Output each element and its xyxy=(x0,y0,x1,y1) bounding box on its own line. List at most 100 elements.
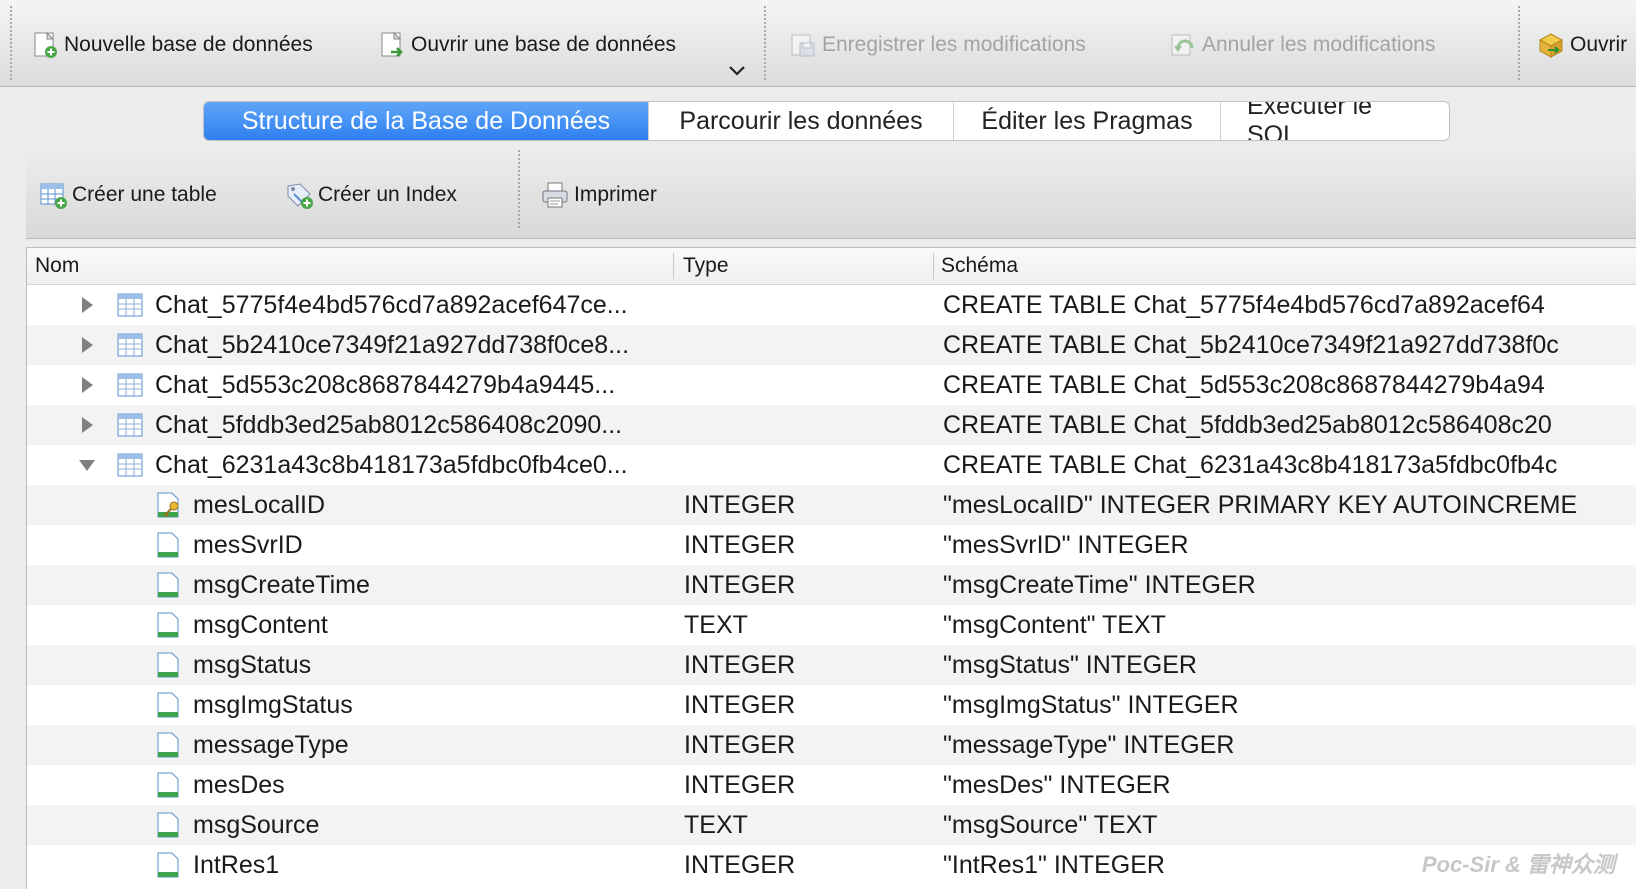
disclosure-collapsed-icon[interactable] xyxy=(75,365,99,405)
row-type: INTEGER xyxy=(684,531,796,559)
create-index-label: Créer un Index xyxy=(318,183,457,206)
row-schema: "msgImgStatus" INTEGER xyxy=(943,691,1239,719)
row-type: INTEGER xyxy=(684,691,796,719)
print-label: Imprimer xyxy=(574,183,657,206)
table-icon xyxy=(115,370,145,400)
create-table-label: Créer une table xyxy=(72,183,217,206)
column-divider[interactable] xyxy=(673,253,674,279)
table-icon xyxy=(115,330,145,360)
field-row[interactable]: mesLocalID INTEGER "mesLocalID" INTEGER PR… xyxy=(27,485,1636,525)
table-row[interactable]: Chat_5b2410ce7349f21a927dd738f0ce8... CRE… xyxy=(27,325,1636,365)
primary-key-field-icon xyxy=(153,490,183,520)
row-name: Chat_5fddb3ed25ab8012c586408c2090... xyxy=(155,411,623,439)
column-header-name[interactable]: Nom xyxy=(35,248,79,284)
row-schema: "messageType" INTEGER xyxy=(943,731,1235,759)
disclosure-expanded-icon[interactable] xyxy=(75,445,99,485)
row-type: INTEGER xyxy=(684,491,796,519)
create-table-button[interactable]: Créer une table xyxy=(38,176,217,214)
tree-header: Nom Type Schéma xyxy=(27,248,1636,285)
row-schema: CREATE TABLE Chat_5d553c208c8687844279b4… xyxy=(943,371,1545,399)
open-database-label: Ouvrir une base de données xyxy=(411,33,677,56)
open-project-icon xyxy=(1536,30,1566,60)
toolbar-separator xyxy=(764,6,766,80)
row-type xyxy=(684,365,924,405)
row-name: msgImgStatus xyxy=(193,691,353,719)
printer-icon xyxy=(540,180,570,210)
row-schema: "msgStatus" INTEGER xyxy=(943,651,1197,679)
table-row[interactable]: Chat_5d553c208c8687844279b4a9445... CREAT… xyxy=(27,365,1636,405)
field-row[interactable]: msgImgStatus INTEGER "msgImgStatus" INTEGE… xyxy=(27,685,1636,725)
row-type: INTEGER xyxy=(684,731,796,759)
print-button[interactable]: Imprimer xyxy=(540,176,657,214)
row-name: Chat_6231a43c8b418173a5fdbc0fb4ce0... xyxy=(155,451,628,479)
create-index-icon xyxy=(284,180,314,210)
open-project-label: Ouvrir xyxy=(1570,33,1628,56)
row-name: IntRes1 xyxy=(193,851,280,879)
revert-changes-button[interactable]: Annuler les modifications xyxy=(1168,26,1435,64)
column-header-type[interactable]: Type xyxy=(683,248,729,284)
create-table-icon xyxy=(38,180,68,210)
table-icon xyxy=(115,290,145,320)
row-schema: "mesDes" INTEGER xyxy=(943,771,1171,799)
row-name: mesSvrID xyxy=(193,531,303,559)
save-changes-label: Enregistrer les modifications xyxy=(822,33,1086,56)
row-type xyxy=(684,445,924,485)
field-row[interactable]: IntRes1 INTEGER "IntRes1" INTEGER xyxy=(27,845,1636,885)
field-row[interactable]: msgCreateTime INTEGER "msgCreateTime" INTE… xyxy=(27,565,1636,605)
field-icon xyxy=(153,570,183,600)
toolbar-grip xyxy=(10,6,12,80)
row-type: TEXT xyxy=(684,611,748,639)
row-name: Chat_5d553c208c8687844279b4a9445... xyxy=(155,371,616,399)
field-icon xyxy=(153,730,183,760)
field-icon xyxy=(153,850,183,880)
field-row[interactable]: messageType INTEGER "messageType" INTEGER xyxy=(27,725,1636,765)
open-project-button[interactable]: Ouvrir xyxy=(1536,26,1627,64)
field-icon xyxy=(153,530,183,560)
toolbar-separator-2 xyxy=(1518,6,1520,80)
revert-icon xyxy=(1168,30,1198,60)
row-schema: "msgContent" TEXT xyxy=(943,611,1166,639)
column-header-schema[interactable]: Schéma xyxy=(941,248,1018,284)
tab-browse-data[interactable]: Parcourir les données xyxy=(649,102,954,140)
field-row[interactable]: mesSvrID INTEGER "mesSvrID" INTEGER xyxy=(27,525,1636,565)
field-row[interactable]: msgSource TEXT "msgSource" TEXT xyxy=(27,805,1636,845)
field-icon xyxy=(153,770,183,800)
row-schema: "msgSource" TEXT xyxy=(943,811,1158,839)
row-schema: CREATE TABLE Chat_5fddb3ed25ab8012c58640… xyxy=(943,411,1552,439)
main-tab-bar: Structure de la Base de Données Parcouri… xyxy=(203,101,1450,141)
new-database-button[interactable]: Nouvelle base de données xyxy=(30,26,313,64)
row-schema: CREATE TABLE Chat_5b2410ce7349f21a927dd7… xyxy=(943,331,1559,359)
row-name: msgCreateTime xyxy=(193,571,370,599)
field-row[interactable]: mesDes INTEGER "mesDes" INTEGER xyxy=(27,765,1636,805)
row-schema: "mesSvrID" INTEGER xyxy=(943,531,1189,559)
row-type: INTEGER xyxy=(684,851,796,879)
field-row[interactable]: msgStatus INTEGER "msgStatus" INTEGER xyxy=(27,645,1636,685)
row-name: msgContent xyxy=(193,611,328,639)
table-icon xyxy=(115,410,145,440)
tab-database-structure[interactable]: Structure de la Base de Données xyxy=(204,102,649,140)
structure-toolbar-separator xyxy=(518,150,520,228)
row-type: TEXT xyxy=(684,811,748,839)
chevron-down-icon[interactable] xyxy=(728,64,746,83)
create-index-button[interactable]: Créer un Index xyxy=(284,176,457,214)
field-row[interactable]: msgContent TEXT "msgContent" TEXT xyxy=(27,605,1636,645)
table-row[interactable]: Chat_5fddb3ed25ab8012c586408c2090... CREA… xyxy=(27,405,1636,445)
save-icon xyxy=(788,30,818,60)
save-changes-button[interactable]: Enregistrer les modifications xyxy=(788,26,1086,64)
disclosure-collapsed-icon[interactable] xyxy=(75,405,99,445)
row-name: mesDes xyxy=(193,771,285,799)
row-type xyxy=(684,405,924,445)
table-row[interactable]: Chat_5775f4e4bd576cd7a892acef647ce... CRE… xyxy=(27,285,1636,325)
main-toolbar: Nouvelle base de données Ouvrir une base… xyxy=(0,0,1636,87)
open-database-button[interactable]: Ouvrir une base de données xyxy=(377,26,676,64)
disclosure-collapsed-icon[interactable] xyxy=(75,325,99,365)
table-row[interactable]: Chat_6231a43c8b418173a5fdbc0fb4ce0... CRE… xyxy=(27,445,1636,485)
tab-edit-pragmas[interactable]: Éditer les Pragmas xyxy=(954,102,1221,140)
tab-execute-sql[interactable]: Exécuter le SQL xyxy=(1221,102,1449,140)
open-database-icon xyxy=(377,30,407,60)
column-divider[interactable] xyxy=(933,253,934,279)
row-type: INTEGER xyxy=(684,651,796,679)
disclosure-collapsed-icon[interactable] xyxy=(75,285,99,325)
row-schema: "mesLocalID" INTEGER PRIMARY KEY AUTOINC… xyxy=(943,491,1578,519)
row-schema: "msgCreateTime" INTEGER xyxy=(943,571,1256,599)
